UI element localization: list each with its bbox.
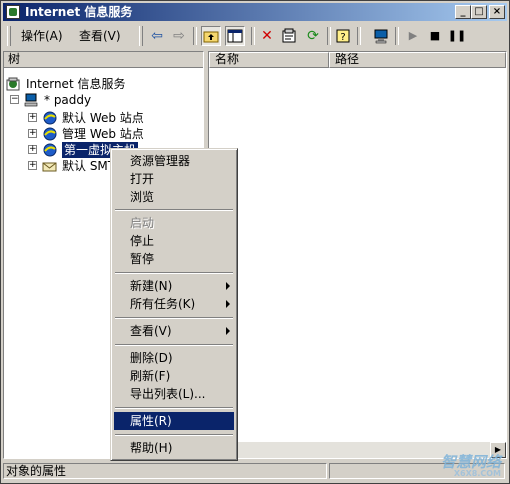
ctx-separator xyxy=(115,317,233,319)
ctx-label: 暂停 xyxy=(130,252,155,266)
submenu-arrow-icon xyxy=(226,300,230,308)
ctx-stop[interactable]: 停止 xyxy=(114,232,234,250)
ctx-view[interactable]: 查看(V) xyxy=(114,322,234,340)
status-bar: 对象的属性 智慧网络 X6X8.COM xyxy=(3,455,507,480)
smtp-envelope-icon xyxy=(42,159,57,173)
ctx-label: 删除(D) xyxy=(130,351,173,365)
start-icon[interactable]: ▶ xyxy=(403,26,423,46)
watermark-sub: X6X8.COM xyxy=(453,469,501,478)
ctx-label: 浏览 xyxy=(130,190,155,204)
ctx-export-list[interactable]: 导出列表(L)... xyxy=(114,385,234,403)
stop-icon[interactable]: ■ xyxy=(425,26,445,46)
properties-icon[interactable] xyxy=(279,26,299,46)
toolbar-separator xyxy=(327,27,331,45)
ctx-delete[interactable]: 删除(D) xyxy=(114,349,234,367)
ctx-label: 帮助(H) xyxy=(130,441,173,455)
toolbar-grip xyxy=(7,26,11,46)
tree-label: Internet 信息服务 xyxy=(26,77,126,91)
ctx-label: 启动 xyxy=(130,216,155,230)
iis-window: Internet 信息服务 _ □ × 操作(A) 查看(V) ⇦ ⇨ ✕ ⟳ … xyxy=(0,0,510,484)
maximize-button[interactable]: □ xyxy=(471,5,487,19)
window-title: Internet 信息服务 xyxy=(25,5,133,19)
ctx-properties[interactable]: 属性(R) xyxy=(114,412,234,430)
ctx-new[interactable]: 新建(N) xyxy=(114,277,234,295)
ctx-separator xyxy=(115,407,233,409)
toolbar-separator xyxy=(357,27,361,45)
watermark-logo: 智慧网络 X6X8.COM xyxy=(441,455,501,478)
refresh-icon[interactable]: ⟳ xyxy=(303,26,323,46)
menu-view[interactable]: 查看(V) xyxy=(79,28,121,44)
delete-icon[interactable]: ✕ xyxy=(257,26,277,46)
submenu-arrow-icon xyxy=(226,327,230,335)
minimize-button[interactable]: _ xyxy=(455,5,471,19)
submenu-arrow-icon xyxy=(226,282,230,290)
web-site-globe-icon xyxy=(42,111,57,125)
toolbar-separator xyxy=(193,27,197,45)
ctx-help[interactable]: 帮助(H) xyxy=(114,439,234,457)
expand-icon[interactable]: + xyxy=(28,129,37,138)
ctx-label: 新建(N) xyxy=(130,279,173,293)
ctx-label: 所有任务(K) xyxy=(130,297,196,311)
context-menu: 资源管理器 打开 浏览 启动 停止 暂停 新建(N) 所有任务(K) 查看(V)… xyxy=(110,148,238,461)
help-icon[interactable]: ? xyxy=(333,26,353,46)
close-button[interactable]: × xyxy=(489,5,505,19)
ctx-label: 刷新(F) xyxy=(130,369,171,383)
toolbar-separator xyxy=(251,27,255,45)
back-icon[interactable]: ⇦ xyxy=(147,26,167,46)
ctx-refresh[interactable]: 刷新(F) xyxy=(114,367,234,385)
ctx-separator xyxy=(115,434,233,436)
iis-app-icon xyxy=(6,5,20,19)
show-tree-icon[interactable] xyxy=(225,26,245,46)
forward-icon[interactable]: ⇨ xyxy=(169,26,189,46)
ctx-pause[interactable]: 暂停 xyxy=(114,250,234,268)
ctx-label: 打开 xyxy=(130,172,155,186)
toolbar-grip xyxy=(139,26,143,46)
column-header-path[interactable]: 路径 xyxy=(329,52,506,68)
tree-label: 管理 Web 站点 xyxy=(62,127,144,141)
tree-label: 默认 Web 站点 xyxy=(62,111,144,125)
ctx-label: 停止 xyxy=(130,234,155,248)
tree-header: 树 xyxy=(4,52,203,68)
menu-action[interactable]: 操作(A) xyxy=(21,28,63,44)
ctx-separator xyxy=(115,209,233,211)
iis-icon xyxy=(6,77,20,91)
column-header-name[interactable]: 名称 xyxy=(209,52,329,68)
ctx-label: 导出列表(L)... xyxy=(130,387,206,401)
ctx-separator xyxy=(115,344,233,346)
ctx-explore[interactable]: 资源管理器 xyxy=(114,152,234,170)
expand-icon[interactable]: + xyxy=(28,113,37,122)
ctx-label: 查看(V) xyxy=(130,324,172,338)
svg-text:?: ? xyxy=(340,32,345,43)
menu-toolbar: 操作(A) 查看(V) ⇦ ⇨ ✕ ⟳ ? ▶ ■ ❚❚ xyxy=(3,23,507,49)
title-bar[interactable]: Internet 信息服务 _ □ × xyxy=(3,3,507,21)
ctx-browse[interactable]: 浏览 xyxy=(114,188,234,206)
ctx-open[interactable]: 打开 xyxy=(114,170,234,188)
list-pane[interactable]: 名称 路径 ◀ ▶ xyxy=(208,51,507,459)
status-text: 对象的属性 xyxy=(3,463,327,479)
toolbar-separator xyxy=(395,27,399,45)
ctx-label: 资源管理器 xyxy=(130,154,191,168)
web-site-globe-icon xyxy=(42,143,57,157)
pause-icon[interactable]: ❚❚ xyxy=(447,26,467,46)
computer-icon[interactable] xyxy=(371,26,391,46)
expand-icon[interactable]: + xyxy=(28,145,37,154)
ctx-label: 属性(R) xyxy=(130,414,172,428)
up-folder-icon[interactable] xyxy=(201,26,221,46)
ctx-start: 启动 xyxy=(114,214,234,232)
tree-label: * paddy xyxy=(44,93,92,107)
ctx-all-tasks[interactable]: 所有任务(K) xyxy=(114,295,234,313)
web-site-globe-icon xyxy=(42,127,57,141)
server-computer-icon xyxy=(24,93,38,107)
expand-icon[interactable]: + xyxy=(28,161,37,170)
main-content: 树 Internet 信息服务 − * paddy + 默认 Web 站点 + … xyxy=(3,51,507,459)
ctx-separator xyxy=(115,272,233,274)
collapse-icon[interactable]: − xyxy=(10,95,19,104)
